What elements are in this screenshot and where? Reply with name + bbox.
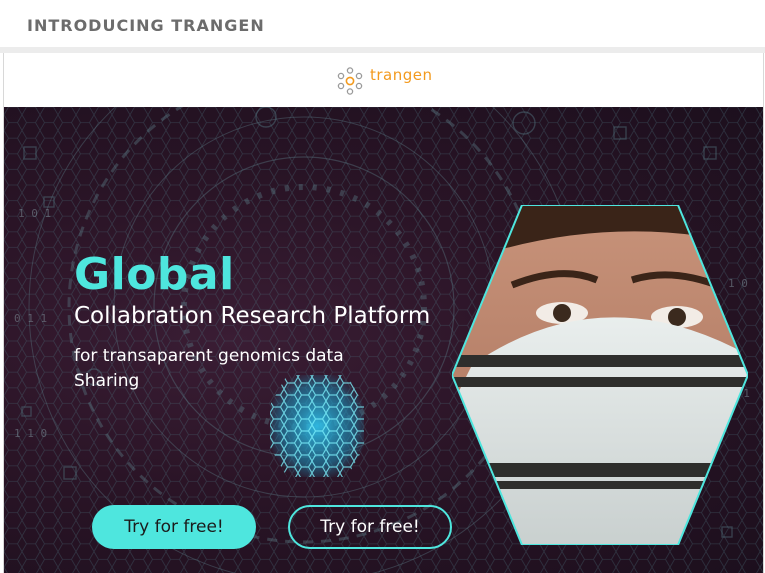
hero-tagline: for transaparent genomics data Sharing [74,344,394,394]
try-for-free-outline-button[interactable]: Try for free! [288,505,452,549]
svg-text:1 1 0: 1 1 0 [14,427,47,440]
trangen-logo-icon [337,67,363,95]
email-frame: trangen 1 0 1 0 1 1 1 1 0 1 0 Global Col… [3,53,764,573]
tagline-line-1: for transaparent genomics data [74,346,344,366]
try-for-free-button[interactable]: Try for free! [92,505,256,549]
brand-bar: trangen [4,53,763,107]
page-header: INTRODUCING TRANGEN [0,0,765,48]
svg-text:0 1 1: 0 1 1 [14,312,47,325]
hero-headline: Global [74,249,235,300]
masked-person-image [452,205,748,545]
page-title: INTRODUCING TRANGEN [27,16,265,35]
hero-banner: 1 0 1 0 1 1 1 1 0 1 0 0 1 Global Collabr… [4,107,763,573]
hero-subheadline: Collabration Research Platform [74,303,431,329]
brand-name: trangen [370,66,433,84]
svg-text:1 0 1: 1 0 1 [18,207,51,220]
tagline-line-2: Sharing [74,371,140,391]
